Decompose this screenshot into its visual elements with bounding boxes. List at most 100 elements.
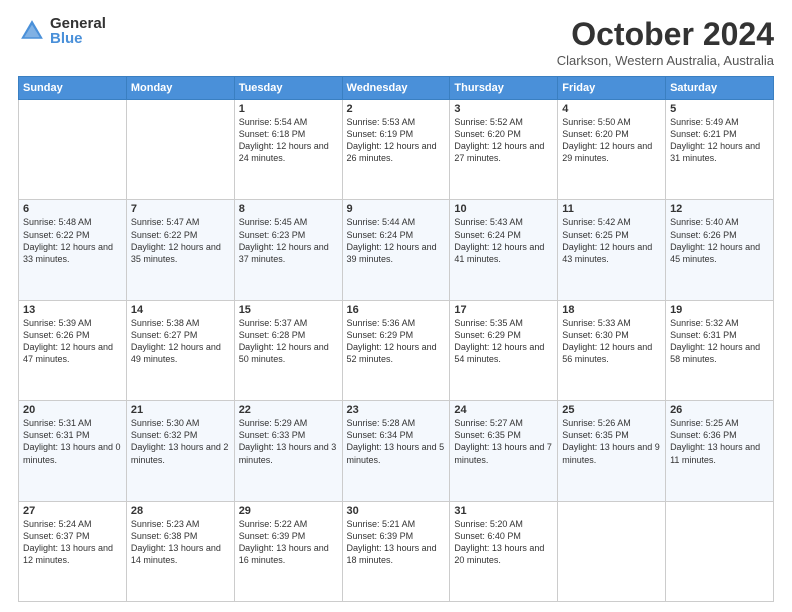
- day-number: 29: [239, 505, 338, 517]
- calendar-cell: 17Sunrise: 5:35 AM Sunset: 6:29 PM Dayli…: [450, 300, 558, 400]
- calendar-day-header: Thursday: [450, 77, 558, 100]
- calendar-cell: [126, 100, 234, 200]
- logo-blue: Blue: [50, 31, 106, 46]
- day-info: Sunrise: 5:35 AM Sunset: 6:29 PM Dayligh…: [454, 317, 553, 366]
- day-number: 8: [239, 203, 338, 215]
- day-number: 7: [131, 203, 230, 215]
- calendar-cell: 11Sunrise: 5:42 AM Sunset: 6:25 PM Dayli…: [558, 200, 666, 300]
- day-number: 11: [562, 203, 661, 215]
- calendar-cell: 26Sunrise: 5:25 AM Sunset: 6:36 PM Dayli…: [666, 401, 774, 501]
- day-info: Sunrise: 5:38 AM Sunset: 6:27 PM Dayligh…: [131, 317, 230, 366]
- calendar-week-row: 13Sunrise: 5:39 AM Sunset: 6:26 PM Dayli…: [19, 300, 774, 400]
- day-number: 22: [239, 404, 338, 416]
- day-number: 20: [23, 404, 122, 416]
- day-number: 25: [562, 404, 661, 416]
- day-info: Sunrise: 5:29 AM Sunset: 6:33 PM Dayligh…: [239, 417, 338, 466]
- day-number: 26: [670, 404, 769, 416]
- day-number: 21: [131, 404, 230, 416]
- day-number: 23: [347, 404, 446, 416]
- day-info: Sunrise: 5:21 AM Sunset: 6:39 PM Dayligh…: [347, 518, 446, 567]
- day-number: 27: [23, 505, 122, 517]
- day-info: Sunrise: 5:52 AM Sunset: 6:20 PM Dayligh…: [454, 116, 553, 165]
- day-number: 15: [239, 304, 338, 316]
- day-info: Sunrise: 5:32 AM Sunset: 6:31 PM Dayligh…: [670, 317, 769, 366]
- day-number: 10: [454, 203, 553, 215]
- day-info: Sunrise: 5:43 AM Sunset: 6:24 PM Dayligh…: [454, 216, 553, 265]
- calendar-cell: 8Sunrise: 5:45 AM Sunset: 6:23 PM Daylig…: [234, 200, 342, 300]
- day-info: Sunrise: 5:42 AM Sunset: 6:25 PM Dayligh…: [562, 216, 661, 265]
- calendar-day-header: Monday: [126, 77, 234, 100]
- day-number: 16: [347, 304, 446, 316]
- day-info: Sunrise: 5:33 AM Sunset: 6:30 PM Dayligh…: [562, 317, 661, 366]
- day-number: 3: [454, 103, 553, 115]
- day-number: 31: [454, 505, 553, 517]
- calendar-cell: 22Sunrise: 5:29 AM Sunset: 6:33 PM Dayli…: [234, 401, 342, 501]
- calendar-cell: 19Sunrise: 5:32 AM Sunset: 6:31 PM Dayli…: [666, 300, 774, 400]
- day-info: Sunrise: 5:22 AM Sunset: 6:39 PM Dayligh…: [239, 518, 338, 567]
- day-number: 9: [347, 203, 446, 215]
- logo: General Blue: [18, 16, 106, 46]
- calendar-day-header: Sunday: [19, 77, 127, 100]
- page: General Blue October 2024 Clarkson, West…: [0, 0, 792, 612]
- day-info: Sunrise: 5:40 AM Sunset: 6:26 PM Dayligh…: [670, 216, 769, 265]
- calendar-cell: 3Sunrise: 5:52 AM Sunset: 6:20 PM Daylig…: [450, 100, 558, 200]
- day-info: Sunrise: 5:39 AM Sunset: 6:26 PM Dayligh…: [23, 317, 122, 366]
- calendar-cell: 20Sunrise: 5:31 AM Sunset: 6:31 PM Dayli…: [19, 401, 127, 501]
- calendar-week-row: 1Sunrise: 5:54 AM Sunset: 6:18 PM Daylig…: [19, 100, 774, 200]
- calendar-cell: [19, 100, 127, 200]
- calendar-cell: 21Sunrise: 5:30 AM Sunset: 6:32 PM Dayli…: [126, 401, 234, 501]
- day-info: Sunrise: 5:24 AM Sunset: 6:37 PM Dayligh…: [23, 518, 122, 567]
- day-number: 13: [23, 304, 122, 316]
- day-info: Sunrise: 5:37 AM Sunset: 6:28 PM Dayligh…: [239, 317, 338, 366]
- day-info: Sunrise: 5:47 AM Sunset: 6:22 PM Dayligh…: [131, 216, 230, 265]
- calendar-cell: 1Sunrise: 5:54 AM Sunset: 6:18 PM Daylig…: [234, 100, 342, 200]
- calendar-cell: 16Sunrise: 5:36 AM Sunset: 6:29 PM Dayli…: [342, 300, 450, 400]
- calendar-cell: 10Sunrise: 5:43 AM Sunset: 6:24 PM Dayli…: [450, 200, 558, 300]
- calendar-cell: 27Sunrise: 5:24 AM Sunset: 6:37 PM Dayli…: [19, 501, 127, 601]
- calendar-cell: 9Sunrise: 5:44 AM Sunset: 6:24 PM Daylig…: [342, 200, 450, 300]
- logo-text: General Blue: [50, 16, 106, 46]
- day-info: Sunrise: 5:20 AM Sunset: 6:40 PM Dayligh…: [454, 518, 553, 567]
- header: General Blue October 2024 Clarkson, West…: [18, 16, 774, 68]
- calendar-cell: 13Sunrise: 5:39 AM Sunset: 6:26 PM Dayli…: [19, 300, 127, 400]
- calendar-cell: 25Sunrise: 5:26 AM Sunset: 6:35 PM Dayli…: [558, 401, 666, 501]
- calendar-day-header: Saturday: [666, 77, 774, 100]
- day-number: 4: [562, 103, 661, 115]
- day-info: Sunrise: 5:27 AM Sunset: 6:35 PM Dayligh…: [454, 417, 553, 466]
- day-info: Sunrise: 5:49 AM Sunset: 6:21 PM Dayligh…: [670, 116, 769, 165]
- calendar-day-header: Friday: [558, 77, 666, 100]
- day-number: 12: [670, 203, 769, 215]
- calendar-cell: 6Sunrise: 5:48 AM Sunset: 6:22 PM Daylig…: [19, 200, 127, 300]
- calendar-cell: 5Sunrise: 5:49 AM Sunset: 6:21 PM Daylig…: [666, 100, 774, 200]
- calendar-cell: 14Sunrise: 5:38 AM Sunset: 6:27 PM Dayli…: [126, 300, 234, 400]
- title-location: Clarkson, Western Australia, Australia: [557, 53, 774, 68]
- day-info: Sunrise: 5:28 AM Sunset: 6:34 PM Dayligh…: [347, 417, 446, 466]
- day-info: Sunrise: 5:48 AM Sunset: 6:22 PM Dayligh…: [23, 216, 122, 265]
- day-number: 17: [454, 304, 553, 316]
- calendar-cell: 28Sunrise: 5:23 AM Sunset: 6:38 PM Dayli…: [126, 501, 234, 601]
- calendar-cell: 2Sunrise: 5:53 AM Sunset: 6:19 PM Daylig…: [342, 100, 450, 200]
- calendar-week-row: 6Sunrise: 5:48 AM Sunset: 6:22 PM Daylig…: [19, 200, 774, 300]
- calendar-cell: 7Sunrise: 5:47 AM Sunset: 6:22 PM Daylig…: [126, 200, 234, 300]
- day-info: Sunrise: 5:23 AM Sunset: 6:38 PM Dayligh…: [131, 518, 230, 567]
- day-number: 14: [131, 304, 230, 316]
- day-info: Sunrise: 5:30 AM Sunset: 6:32 PM Dayligh…: [131, 417, 230, 466]
- day-number: 6: [23, 203, 122, 215]
- calendar-header-row: SundayMondayTuesdayWednesdayThursdayFrid…: [19, 77, 774, 100]
- day-info: Sunrise: 5:26 AM Sunset: 6:35 PM Dayligh…: [562, 417, 661, 466]
- day-info: Sunrise: 5:31 AM Sunset: 6:31 PM Dayligh…: [23, 417, 122, 466]
- day-number: 24: [454, 404, 553, 416]
- calendar-cell: [558, 501, 666, 601]
- calendar-week-row: 20Sunrise: 5:31 AM Sunset: 6:31 PM Dayli…: [19, 401, 774, 501]
- calendar-cell: 31Sunrise: 5:20 AM Sunset: 6:40 PM Dayli…: [450, 501, 558, 601]
- calendar-cell: 18Sunrise: 5:33 AM Sunset: 6:30 PM Dayli…: [558, 300, 666, 400]
- title-block: October 2024 Clarkson, Western Australia…: [557, 16, 774, 68]
- day-info: Sunrise: 5:44 AM Sunset: 6:24 PM Dayligh…: [347, 216, 446, 265]
- calendar-cell: 12Sunrise: 5:40 AM Sunset: 6:26 PM Dayli…: [666, 200, 774, 300]
- day-info: Sunrise: 5:54 AM Sunset: 6:18 PM Dayligh…: [239, 116, 338, 165]
- logo-general: General: [50, 16, 106, 31]
- day-number: 18: [562, 304, 661, 316]
- day-number: 5: [670, 103, 769, 115]
- calendar-cell: [666, 501, 774, 601]
- day-info: Sunrise: 5:45 AM Sunset: 6:23 PM Dayligh…: [239, 216, 338, 265]
